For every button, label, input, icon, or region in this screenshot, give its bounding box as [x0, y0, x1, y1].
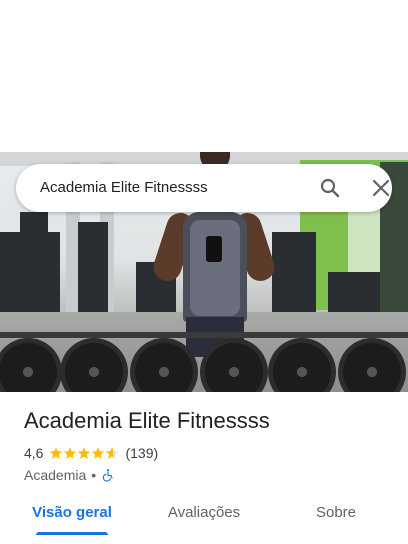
star-icon [64, 447, 77, 459]
photo-machine [272, 232, 316, 322]
photo-machine [20, 212, 48, 312]
photo-person-shirt [190, 220, 240, 316]
wheelchair-accessible-icon [102, 469, 113, 482]
place-category: Academia [24, 467, 87, 483]
search-box[interactable]: Academia Elite Fitnessss [16, 164, 392, 212]
place-title: Academia Elite Fitnessss [24, 408, 270, 433]
category-row: Academia • [24, 466, 115, 484]
star-icon [92, 447, 105, 459]
active-tab-indicator [36, 532, 108, 535]
tab-about[interactable]: Sobre [296, 496, 376, 538]
star-half-icon [106, 447, 119, 459]
place-info-panel: Academia Elite Fitnessss 4,6 (139) Acade… [0, 392, 408, 544]
blank-map-area [0, 0, 408, 152]
photo-machine [78, 222, 108, 322]
photo-phone [206, 236, 222, 262]
rating-stars [49, 446, 119, 460]
close-icon[interactable] [369, 176, 393, 200]
separator-dot: • [91, 467, 97, 483]
star-icon [78, 447, 91, 459]
search-input[interactable]: Academia Elite Fitnessss [40, 164, 208, 212]
tab-reviews[interactable]: Avaliações [162, 496, 246, 538]
star-icon [50, 447, 63, 459]
review-count[interactable]: (139) [125, 445, 158, 461]
photo-barbell [0, 332, 408, 338]
rating-row[interactable]: 4,6 (139) [24, 444, 158, 462]
rating-value: 4,6 [24, 445, 44, 461]
search-icon[interactable] [318, 176, 342, 200]
